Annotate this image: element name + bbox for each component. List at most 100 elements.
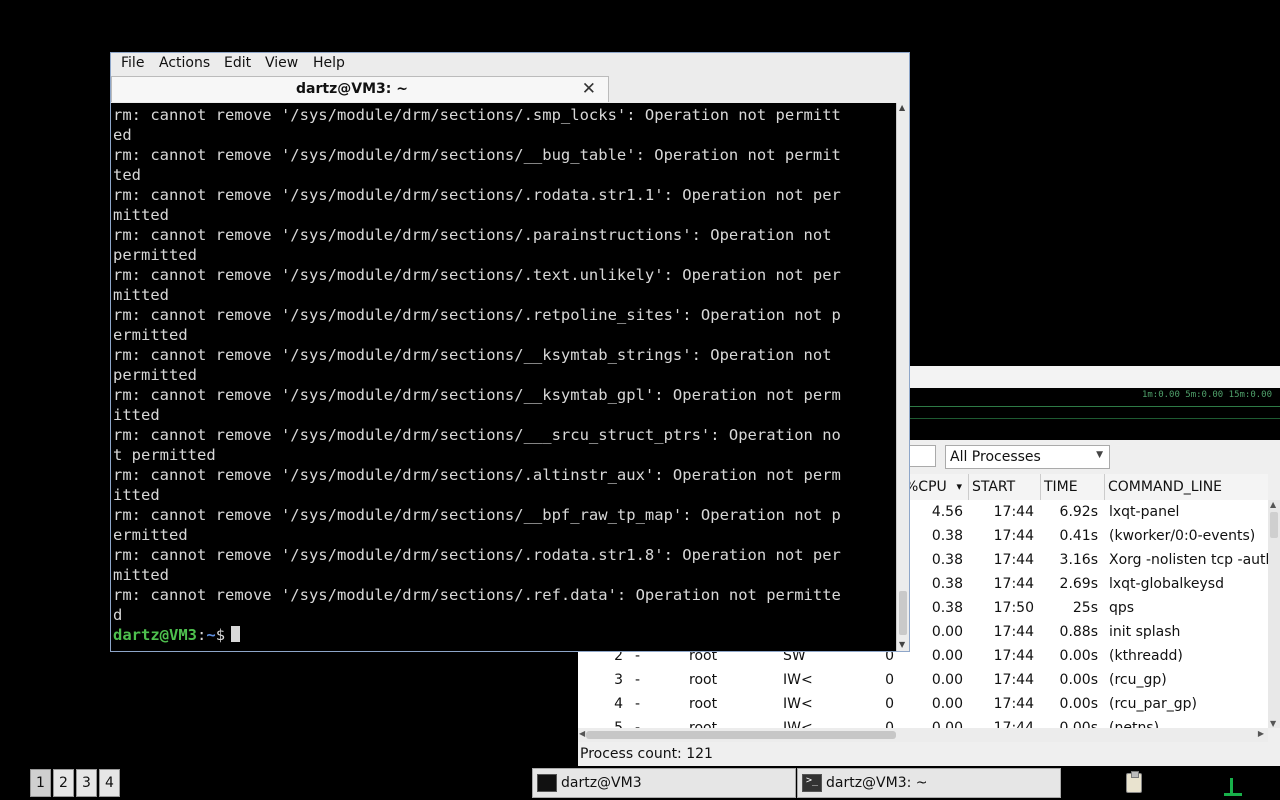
terminal-tab-title: dartz@VM3: ~ xyxy=(296,81,408,97)
table-row[interactable]: 5 - root IW< 0 0.00 17:44 0.00s (netns) xyxy=(578,716,1268,728)
prompt-path: ~ xyxy=(206,626,216,644)
process-user: root xyxy=(689,672,718,688)
process-time: 0.88s xyxy=(1059,624,1098,640)
text-cursor xyxy=(231,626,241,642)
menu-edit[interactable]: Edit xyxy=(224,55,251,71)
desktop-1-button[interactable]: 1 xyxy=(30,769,51,797)
process-time: 25s xyxy=(1072,600,1098,616)
process-command-line: (netns) xyxy=(1109,720,1160,728)
table-row[interactable]: 4- root IW< 0 0.00 17:44 0.00s (rcu_par_gp) xyxy=(578,692,1268,716)
terminal-line: rm: cannot remove '/sys/module/drm/secti… xyxy=(113,346,832,364)
menu-actions[interactable]: Actions xyxy=(159,55,210,71)
menu-file[interactable]: File xyxy=(121,55,144,71)
scroll-down-icon[interactable]: ▼ xyxy=(1270,719,1276,728)
terminal-line: rm: cannot remove '/sys/module/drm/secti… xyxy=(113,466,841,484)
process-start: 17:44 xyxy=(993,528,1034,544)
process-start: 17:44 xyxy=(993,696,1034,712)
terminal-line: rm: cannot remove '/sys/module/drm/secti… xyxy=(113,426,841,444)
process-filter-select[interactable]: All Processes ▼ xyxy=(945,445,1110,469)
column-header-command-line[interactable]: COMMAND_LINE xyxy=(1104,474,1268,500)
process-nice: 0 xyxy=(885,672,894,688)
process-tty: - xyxy=(635,672,641,688)
process-stat: IW< xyxy=(783,696,813,712)
terminal-line: itted xyxy=(113,406,160,424)
terminal-line: rm: cannot remove '/sys/module/drm/secti… xyxy=(113,586,841,604)
terminal-output[interactable]: rm: cannot remove '/sys/module/drm/secti… xyxy=(111,103,896,651)
process-start: 17:44 xyxy=(993,624,1034,640)
desktop-2-button[interactable]: 2 xyxy=(53,769,74,797)
scroll-left-icon[interactable]: ◀ xyxy=(579,729,585,738)
terminal-lines: rm: cannot remove '/sys/module/drm/secti… xyxy=(113,105,894,645)
cpu-monitor-icon[interactable] xyxy=(1222,772,1242,796)
prompt-user-host: dartz@VM3 xyxy=(113,626,197,644)
process-command-line: lxqt-globalkeysd xyxy=(1109,576,1224,592)
terminal-line: mitted xyxy=(113,566,169,584)
terminal-menubar: File Actions Edit View Help xyxy=(111,53,909,75)
scrollbar-thumb[interactable] xyxy=(586,731,896,739)
process-start: 17:44 xyxy=(993,672,1034,688)
process-cpu: 0.00 xyxy=(931,720,963,728)
menu-help[interactable]: Help xyxy=(313,55,345,71)
process-command-line: (kworker/0:0-events) xyxy=(1109,528,1256,544)
terminal-scrollbar[interactable]: ▲ ▼ xyxy=(896,103,909,651)
terminal-line: rm: cannot remove '/sys/module/drm/secti… xyxy=(113,506,841,524)
terminal-line: rm: cannot remove '/sys/module/drm/secti… xyxy=(113,306,841,324)
scroll-right-icon[interactable]: ▶ xyxy=(1258,729,1264,738)
scroll-up-icon[interactable]: ▲ xyxy=(899,103,905,112)
process-user: root xyxy=(689,696,718,712)
clipboard-icon[interactable] xyxy=(1126,771,1142,793)
process-start: 17:44 xyxy=(993,720,1034,728)
process-time: 0.00s xyxy=(1059,672,1098,688)
column-header-time[interactable]: TIME xyxy=(1040,474,1104,500)
process-time: 0.00s xyxy=(1059,648,1098,664)
chevron-down-icon: ▼ xyxy=(1096,450,1103,460)
terminal-black-icon xyxy=(537,774,557,792)
process-command-line: (kthreadd) xyxy=(1109,648,1183,664)
process-cpu: 0.00 xyxy=(931,696,963,712)
process-tty: - xyxy=(635,696,641,712)
prompt-symbol: $ xyxy=(215,626,226,644)
process-table-horizontal-scrollbar[interactable]: ◀ ▶ xyxy=(578,728,1268,742)
process-pid: 4 xyxy=(614,696,623,712)
close-tab-icon[interactable]: ✕ xyxy=(582,79,596,99)
desktop-4-button[interactable]: 4 xyxy=(99,769,120,797)
terminal-line: mitted xyxy=(113,206,169,224)
prompt-separator: : xyxy=(197,626,207,644)
taskbar-item-label: dartz@VM3 xyxy=(561,775,642,791)
column-header-start[interactable]: START xyxy=(968,474,1040,500)
process-pid: 5 xyxy=(614,720,623,728)
desktop-3-button[interactable]: 3 xyxy=(76,769,97,797)
process-cpu: 0.00 xyxy=(931,672,963,688)
terminal-line: rm: cannot remove '/sys/module/drm/secti… xyxy=(113,146,841,164)
process-command-line: qps xyxy=(1109,600,1135,616)
process-pid: 3 xyxy=(614,672,623,688)
taskbar-item-qps[interactable]: dartz@VM3 xyxy=(532,768,796,798)
process-table-vertical-scrollbar[interactable]: ▲ ▼ xyxy=(1268,500,1280,728)
terminal-line: rm: cannot remove '/sys/module/drm/secti… xyxy=(113,546,841,564)
process-time: 3.16s xyxy=(1059,552,1098,568)
terminal-line: ermitted xyxy=(113,526,188,544)
table-row[interactable]: 3- root IW< 0 0.00 17:44 0.00s (rcu_gp) xyxy=(578,668,1268,692)
sort-descending-icon: ▾ xyxy=(956,480,962,493)
process-start: 17:44 xyxy=(993,648,1034,664)
process-command-line: (rcu_gp) xyxy=(1109,672,1167,688)
scroll-down-icon[interactable]: ▼ xyxy=(899,640,905,649)
terminal-line: ed xyxy=(113,126,132,144)
process-command-line: lxqt-panel xyxy=(1109,504,1180,520)
process-start: 17:44 xyxy=(993,576,1034,592)
process-filter-value: All Processes xyxy=(950,449,1041,465)
process-nice: 0 xyxy=(885,720,894,728)
column-header-cpu-label: %CPU xyxy=(905,479,947,495)
taskbar-item-terminal[interactable]: >_ dartz@VM3: ~ xyxy=(797,768,1061,798)
scrollbar-thumb[interactable] xyxy=(1270,512,1278,538)
terminal-tab[interactable]: dartz@VM3: ~ ✕ xyxy=(111,76,609,102)
terminal-line: rm: cannot remove '/sys/module/drm/secti… xyxy=(113,106,841,124)
terminal-line: d xyxy=(113,606,123,624)
process-nice: 0 xyxy=(885,696,894,712)
shell-prompt[interactable]: dartz@VM3:~$ xyxy=(113,625,894,645)
process-command-line: init splash xyxy=(1109,624,1181,640)
scroll-up-icon[interactable]: ▲ xyxy=(1270,500,1276,509)
scrollbar-thumb[interactable] xyxy=(899,591,907,635)
menu-view[interactable]: View xyxy=(265,55,298,71)
process-time: 0.41s xyxy=(1059,528,1098,544)
